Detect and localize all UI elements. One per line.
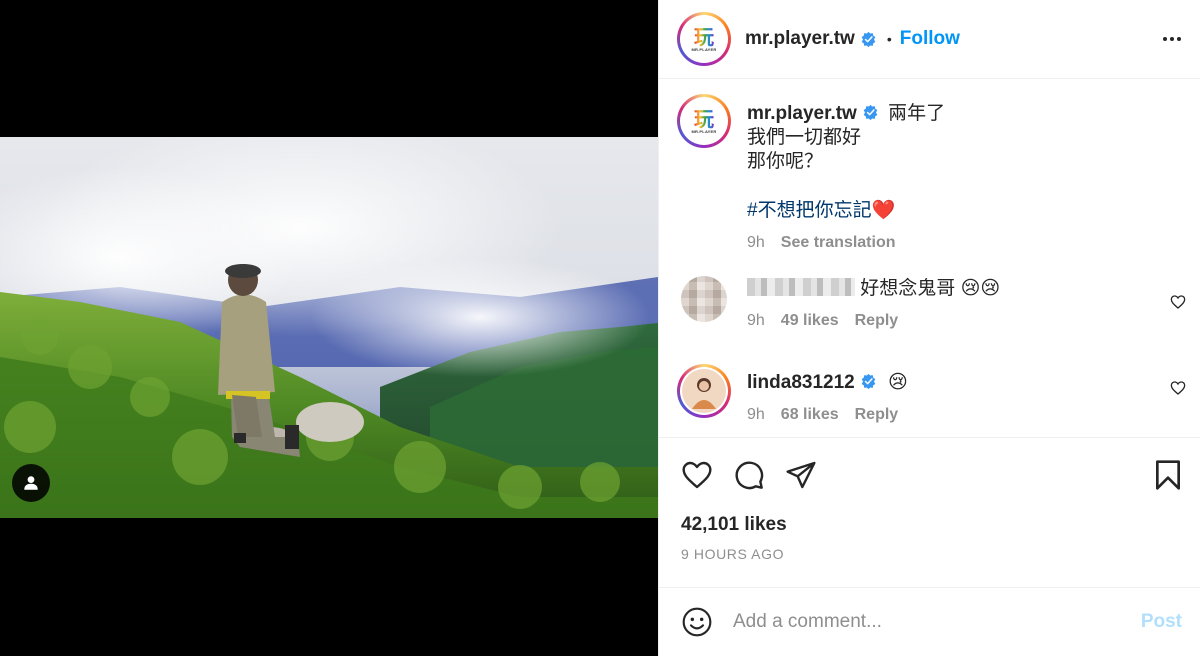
blurred-username[interactable] xyxy=(747,278,855,296)
comment-icon[interactable] xyxy=(733,459,765,491)
comment-composer: Post xyxy=(659,587,1200,656)
comment-input[interactable] xyxy=(733,611,1141,633)
comments-section: 玩 MR.PLAYER mr.player.tw 兩年了 我們一切都好 那你呢？… xyxy=(659,80,1200,438)
caption-username[interactable]: mr.player.tw xyxy=(747,103,857,124)
caption: 玩 MR.PLAYER mr.player.tw 兩年了 我們一切都好 那你呢？… xyxy=(677,94,1186,255)
caption-hashtag[interactable]: #不想把你忘記 xyxy=(747,200,872,221)
crying-emoji: 😢😢 xyxy=(960,277,1001,299)
bookmark-icon[interactable] xyxy=(1154,459,1182,491)
reply-button[interactable]: Reply xyxy=(855,403,899,427)
emoji-icon[interactable] xyxy=(681,606,713,638)
account-logo: 玩 MR.PLAYER xyxy=(691,24,717,52)
linda-avatar-image xyxy=(682,369,726,413)
more-options-icon[interactable] xyxy=(1160,27,1184,51)
heart-icon[interactable] xyxy=(681,459,713,491)
follow-button[interactable]: Follow xyxy=(900,28,960,50)
blurred-avatar[interactable] xyxy=(681,276,727,322)
heart-emoji: ❤️ xyxy=(871,199,896,221)
separator-dot: • xyxy=(886,31,892,47)
see-translation-button[interactable]: See translation xyxy=(781,231,896,255)
caption-account-logo: 玩 MR.PLAYER xyxy=(691,106,717,134)
comment-likes[interactable]: 49 likes xyxy=(781,309,839,333)
comment-username[interactable]: linda831212 xyxy=(747,372,855,393)
comment-time[interactable]: 9h xyxy=(747,309,765,333)
post-photo[interactable] xyxy=(0,137,658,518)
post-side-panel: 玩 MR.PLAYER mr.player.tw • Follow 玩 MR.P… xyxy=(658,0,1200,656)
comment-like-heart-icon[interactable] xyxy=(1170,380,1186,396)
comment-item: 好想念鬼哥 😢😢 9h 49 likes Reply xyxy=(677,276,1186,333)
comment-like-heart-icon[interactable] xyxy=(1170,294,1186,310)
post-button[interactable]: Post xyxy=(1141,611,1182,633)
instagram-post-view: 玩 MR.PLAYER mr.player.tw • Follow 玩 MR.P… xyxy=(0,0,1200,656)
user-tag-icon[interactable] xyxy=(12,464,50,502)
comment-text: 好想念鬼哥 xyxy=(860,278,956,299)
share-icon[interactable] xyxy=(785,459,817,491)
reply-button[interactable]: Reply xyxy=(855,309,899,333)
crying-emoji: 😢 xyxy=(888,371,908,393)
likes-count[interactable]: 42,101 likes xyxy=(681,514,787,536)
post-timestamp[interactable]: 9 HOURS AGO xyxy=(681,546,784,562)
caption-line-3: 那你呢？ xyxy=(747,151,824,172)
avatar[interactable]: 玩 MR.PLAYER xyxy=(677,12,731,66)
caption-line-2: 我們一切都好 xyxy=(747,127,862,148)
caption-time[interactable]: 9h xyxy=(747,231,765,255)
verified-badge-icon xyxy=(863,104,878,121)
comment-item: linda831212 😢 9h 68 likes Reply xyxy=(677,364,1186,427)
verified-badge-icon xyxy=(861,373,876,390)
post-actions xyxy=(681,455,1182,495)
caption-line-1: 兩年了 xyxy=(888,103,946,124)
comment-time[interactable]: 9h xyxy=(747,403,765,427)
verified-badge-icon xyxy=(861,31,876,47)
caption-avatar[interactable]: 玩 MR.PLAYER xyxy=(677,94,731,148)
post-media xyxy=(0,0,658,656)
post-header: 玩 MR.PLAYER mr.player.tw • Follow xyxy=(659,0,1200,79)
linda-avatar[interactable] xyxy=(677,364,731,418)
comment-likes[interactable]: 68 likes xyxy=(781,403,839,427)
header-username[interactable]: mr.player.tw xyxy=(745,28,855,50)
